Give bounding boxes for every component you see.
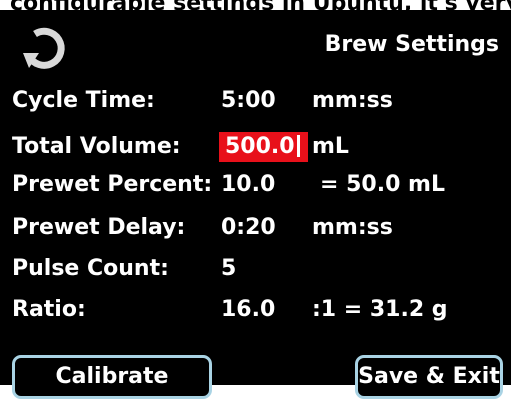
setting-unit: :1 = 31.2 g — [312, 297, 448, 322]
setting-row-pulse-count[interactable]: Pulse Count: 5 — [12, 256, 502, 290]
screen-title: Brew Settings — [324, 32, 499, 57]
setting-row-prewet-delay[interactable]: Prewet Delay: 0:20 mm:ss — [12, 215, 502, 249]
setting-value[interactable]: 10.0 — [221, 172, 275, 197]
setting-label: Ratio: — [12, 297, 86, 322]
calibrate-button[interactable]: Calibrate — [12, 355, 212, 399]
setting-unit: = 50.0 mL — [320, 172, 445, 197]
setting-value[interactable]: 16.0 — [221, 297, 275, 322]
setting-label: Prewet Percent: — [12, 172, 213, 197]
setting-label: Pulse Count: — [12, 256, 169, 281]
setting-value[interactable]: 5:00 — [221, 88, 276, 113]
editing-value-text: 500.0 — [225, 134, 295, 159]
setting-label: Total Volume: — [12, 134, 181, 159]
text-cursor — [296, 135, 300, 157]
setting-row-ratio[interactable]: Ratio: 16.0 :1 = 31.2 g — [12, 297, 502, 331]
setting-row-cycle-time[interactable]: Cycle Time: 5:00 mm:ss — [12, 88, 502, 122]
setting-value[interactable]: 5 — [221, 256, 236, 281]
setting-label: Cycle Time: — [12, 88, 155, 113]
setting-row-total-volume[interactable]: Total Volume: 500.0 mL — [12, 132, 502, 168]
refresh-back-icon[interactable] — [22, 26, 68, 72]
setting-row-prewet-percent[interactable]: Prewet Percent: 10.0 = 50.0 mL — [12, 172, 502, 206]
setting-unit: mm:ss — [312, 215, 393, 240]
setting-unit: mL — [312, 134, 349, 159]
setting-unit: mm:ss — [312, 88, 393, 113]
setting-label: Prewet Delay: — [12, 215, 186, 240]
device-screen: Brew Settings Cycle Time: 5:00 mm:ss Tot… — [0, 10, 511, 399]
save-and-exit-button[interactable]: Save & Exit — [355, 355, 503, 399]
setting-value-editing-field[interactable]: 500.0 — [219, 132, 308, 162]
setting-value[interactable]: 0:20 — [221, 215, 276, 240]
